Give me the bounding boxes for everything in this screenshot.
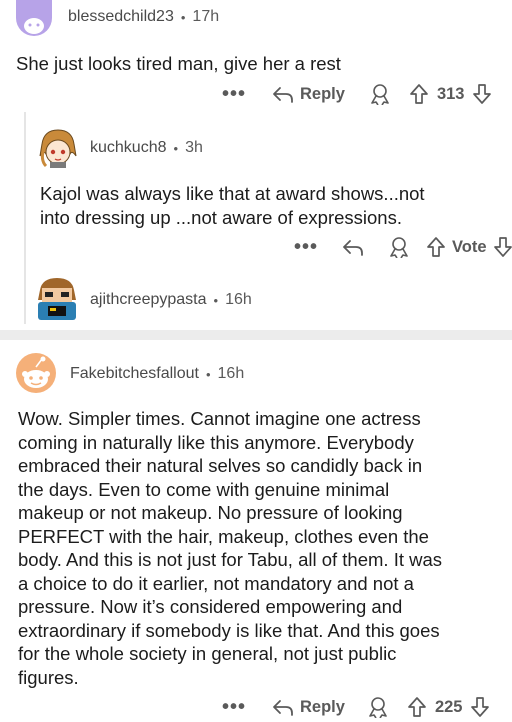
upvote-arrow-icon xyxy=(410,84,428,104)
comment-body-line: embraced their natural selves so candidl… xyxy=(18,455,423,476)
comment-body: Wow. Simpler times. Cannot imagine one a… xyxy=(18,407,442,689)
comment-body-line: body. And this is not just for Tabu, all… xyxy=(18,549,443,570)
comment-body-line: PERFECT with the hair, makeup, clothes e… xyxy=(18,525,429,547)
vote-label: Vote xyxy=(452,237,487,256)
username[interactable]: kuchkuch8 xyxy=(90,139,167,157)
comment-age: 16h xyxy=(217,365,245,382)
comment-body-line: the days. Even to come with genuine mini… xyxy=(18,478,390,500)
separator-dot: • xyxy=(173,140,179,156)
comment-body-line: Kajol was always like that at award show… xyxy=(40,183,425,204)
comment-age: 17h xyxy=(192,8,220,25)
more-options-icon[interactable]: ••• xyxy=(222,84,246,104)
separator-dot: • xyxy=(205,366,211,382)
comment-body: She just looks tired man, give her a res… xyxy=(16,53,341,74)
award-icon xyxy=(369,697,387,718)
comment-body-line: pressure. Now it’s considered empowering… xyxy=(18,596,403,617)
comment-age: 3h xyxy=(185,139,203,156)
award-button[interactable] xyxy=(367,696,389,718)
avatar[interactable] xyxy=(16,353,56,393)
avatar[interactable] xyxy=(36,126,80,170)
more-options-icon[interactable]: ••• xyxy=(222,697,246,717)
more-options-icon[interactable]: ••• xyxy=(294,237,318,257)
comment-meta: blessedchild23 • 17h xyxy=(68,8,219,26)
upvote-button[interactable] xyxy=(409,83,429,105)
snoo-icon xyxy=(24,18,44,34)
vote-score: 313 xyxy=(436,84,465,103)
award-icon xyxy=(390,237,408,258)
reply-button[interactable]: Reply xyxy=(272,697,345,717)
downvote-button[interactable] xyxy=(493,236,512,258)
reply-arrow-icon xyxy=(273,87,293,103)
comment-body-line: into dressing up ...not aware of express… xyxy=(40,206,402,228)
reply-arrow-icon xyxy=(343,240,363,256)
reply-button[interactable]: Reply xyxy=(272,84,345,104)
comment-body-line: coming in naturally like this anymore. E… xyxy=(18,431,414,453)
character-avatar-icon xyxy=(38,278,76,320)
downvote-arrow-icon xyxy=(473,84,492,104)
separator-dot: • xyxy=(213,292,219,308)
username[interactable]: blessedchild23 xyxy=(68,8,174,26)
reply-arrow-icon xyxy=(273,700,293,716)
username[interactable]: Fakebitchesfallout xyxy=(70,365,199,383)
comment-body-line: for the whole society in general, not ju… xyxy=(18,643,397,664)
comment-age: 16h xyxy=(225,291,252,308)
upvote-arrow-icon xyxy=(427,237,445,257)
downvote-button[interactable] xyxy=(472,83,492,105)
username[interactable]: ajithcreepypasta xyxy=(90,291,207,309)
award-button[interactable] xyxy=(369,83,391,105)
thread-divider xyxy=(0,330,512,340)
avatar[interactable] xyxy=(16,0,52,36)
comment-body-line: extraordinary if somebody is like that. … xyxy=(18,619,440,641)
reply-label: Reply xyxy=(300,84,345,103)
award-icon xyxy=(371,84,389,105)
downvote-button[interactable] xyxy=(470,696,490,718)
separator-dot: • xyxy=(180,9,186,25)
comment-body: Kajol was always like that at award show… xyxy=(40,182,425,229)
upvote-button[interactable] xyxy=(426,236,446,258)
character-avatar-icon xyxy=(39,129,77,168)
upvote-arrow-icon xyxy=(408,697,426,717)
comment-body-line: makeup or not makeup. No pressure of loo… xyxy=(18,502,403,523)
comment-actions: ••• Reply 225 xyxy=(222,692,490,722)
comment-body-line: a choice to do it earlier, not mandatory… xyxy=(18,572,414,594)
thread-line xyxy=(24,112,26,324)
vote-score: 225 xyxy=(434,697,463,716)
downvote-arrow-icon xyxy=(471,697,490,717)
reply-label: Reply xyxy=(300,697,345,716)
comment-actions: ••• Reply 313 xyxy=(222,79,492,109)
upvote-button[interactable] xyxy=(407,696,427,718)
comment-meta: ajithcreepypasta • 16h xyxy=(90,291,252,309)
avatar[interactable] xyxy=(36,276,78,322)
comment-meta: kuchkuch8 • 3h xyxy=(90,139,203,157)
award-button[interactable] xyxy=(388,236,410,258)
comment-meta: Fakebitchesfallout • 16h xyxy=(70,365,244,383)
reply-button[interactable] xyxy=(342,237,364,257)
comment-body-line: Wow. Simpler times. Cannot imagine one a… xyxy=(18,408,421,429)
snoo-icon xyxy=(22,356,50,388)
comment-body-line: figures. xyxy=(18,666,79,688)
comment-actions: ••• Vote xyxy=(294,232,512,262)
downvote-arrow-icon xyxy=(493,237,512,257)
